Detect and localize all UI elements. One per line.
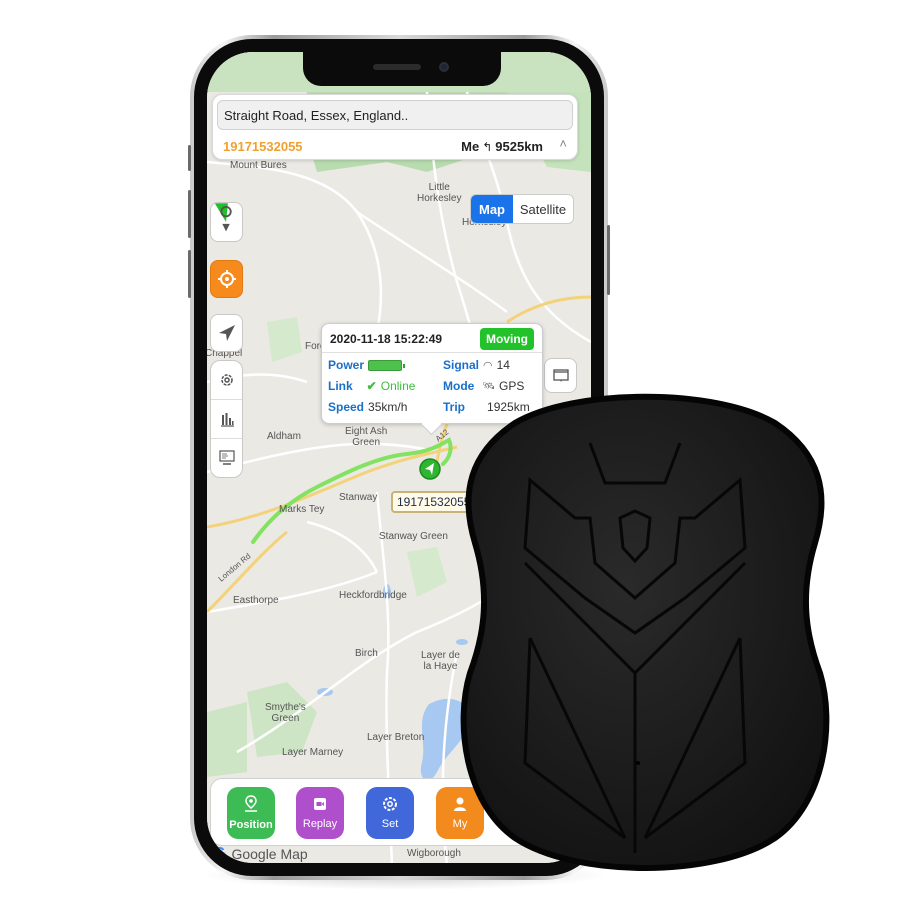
statistics-button[interactable] <box>211 400 242 439</box>
double-chevron-up-icon[interactable]: ˄ <box>559 136 567 151</box>
nav-position-button[interactable]: Position <box>227 787 275 839</box>
gps-tracker-device <box>460 393 830 871</box>
navigate-button[interactable] <box>210 314 243 352</box>
power-row: Power <box>328 358 406 372</box>
divider <box>322 352 542 353</box>
signal-label: Signal <box>443 358 480 372</box>
place-label: Heckfordbridge <box>339 590 407 601</box>
tracker-led <box>636 761 640 765</box>
nav-position-label: Position <box>229 819 273 831</box>
report-button[interactable] <box>211 439 242 477</box>
link-row: Link ✔ Online <box>328 379 415 393</box>
place-label: Eight Ash Green <box>345 426 388 448</box>
timestamp: 2020-11-18 15:22:49 <box>330 332 443 346</box>
wifi-signal-icon: ◠ <box>483 359 493 372</box>
map-type-satellite-button[interactable]: Satellite <box>513 195 573 223</box>
tracker-body <box>460 393 830 871</box>
monitor-report-icon <box>218 450 235 465</box>
google-logo-icon: G <box>213 845 226 862</box>
map-pin-icon <box>245 795 257 812</box>
location-header: Straight Road, Essex, England.. 19171532… <box>212 94 578 160</box>
bar-chart-icon <box>220 413 234 427</box>
battery-icon <box>368 359 406 371</box>
gear-icon <box>383 797 397 811</box>
speed-row: Speed 35km/h <box>328 400 407 414</box>
device-id[interactable]: 19171532055 <box>223 139 303 154</box>
place-label: Little Horkesley <box>417 182 462 204</box>
nav-set-label: Set <box>381 818 399 830</box>
place-label: Easthorpe <box>233 595 279 606</box>
gear-icon <box>220 374 233 386</box>
tools-group <box>210 360 243 478</box>
distance-value: 9525km <box>495 139 543 154</box>
link-value: Online <box>380 379 416 393</box>
check-icon: ✔ <box>366 379 377 393</box>
power-button <box>607 225 610 295</box>
place-label: Birch <box>355 648 378 659</box>
speed-value: 35km/h <box>368 400 408 414</box>
front-camera <box>439 62 449 72</box>
map-type-toggle: Map Satellite <box>470 194 574 224</box>
place-label: Stanway Green <box>379 531 448 542</box>
navigate-arrow-icon <box>218 325 235 341</box>
nav-replay-label: Replay <box>302 818 338 830</box>
message-screen-icon <box>552 368 569 382</box>
direction-button[interactable] <box>210 202 243 242</box>
nav-set-button[interactable]: Set <box>366 787 414 839</box>
location-direction-icon <box>214 203 232 232</box>
status-badge: Moving <box>480 328 534 350</box>
speed-label: Speed <box>328 400 365 414</box>
distance-to-me: Me ↰ 9525km <box>461 139 543 154</box>
speaker-grille <box>373 64 421 70</box>
mute-switch <box>188 145 191 171</box>
place-label: Smythe's Green <box>265 702 306 724</box>
place-label: Stanway <box>339 492 378 503</box>
me-label: Me <box>461 139 480 154</box>
vehicle-marker-icon[interactable] <box>419 457 441 481</box>
address-field[interactable]: Straight Road, Essex, England.. <box>217 100 573 130</box>
signal-value: 14 <box>496 358 510 372</box>
place-label: Marks Tey <box>279 504 325 515</box>
link-label: Link <box>328 379 353 393</box>
place-label: Layer Breton <box>367 732 425 743</box>
google-map-attribution: G Google Map <box>213 845 308 863</box>
locate-device-button[interactable] <box>210 260 243 298</box>
map-type-map-button[interactable]: Map <box>471 195 513 223</box>
place-label: Aldham <box>267 431 301 442</box>
nav-replay-button[interactable]: Replay <box>296 787 344 839</box>
volume-down-button <box>188 250 191 298</box>
place-label: Mount Bures <box>230 160 287 171</box>
direction-arrow-icon: ↰ <box>482 140 493 154</box>
phone-notch <box>303 52 501 86</box>
google-map-label: Google Map <box>231 846 308 862</box>
power-label: Power <box>328 358 365 372</box>
locate-target-icon <box>217 270 236 288</box>
signal-row: Signal ◠ 14 <box>443 358 510 372</box>
place-label: Layer Marney <box>282 747 344 758</box>
video-icon <box>314 798 326 810</box>
settings-button[interactable] <box>211 361 242 400</box>
volume-up-button <box>188 190 191 238</box>
